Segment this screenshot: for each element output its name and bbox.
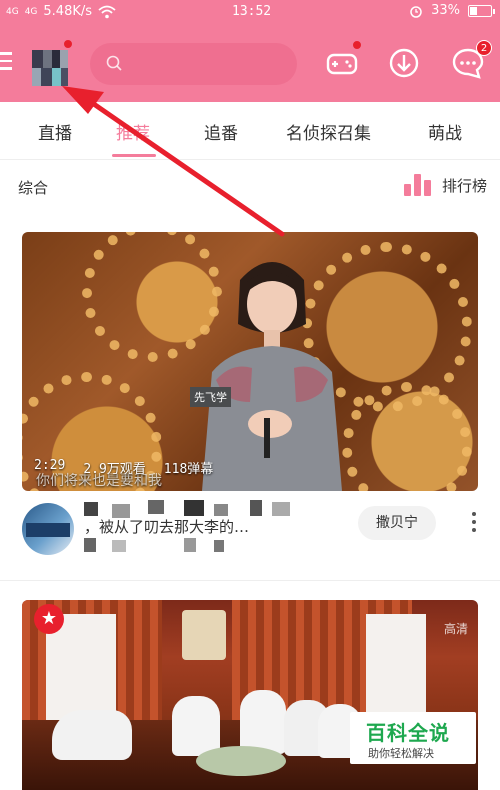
tab-live[interactable]: 直播	[38, 119, 72, 144]
app-header: 2	[0, 26, 500, 102]
avatar-notification-dot	[63, 39, 73, 49]
menu-icon[interactable]	[0, 52, 12, 70]
tab-detective[interactable]: 名侦探召集	[286, 119, 371, 144]
channel-logo-icon: ★	[34, 604, 64, 634]
search-icon	[106, 55, 122, 71]
battery-icon	[468, 4, 495, 17]
tab-bangumi[interactable]: 追番	[204, 119, 238, 144]
ranking-label: 排行榜	[442, 176, 488, 195]
section-title: 综合	[18, 179, 49, 197]
signal-1: 4G	[6, 6, 19, 17]
name-caption: 先飞学	[190, 387, 231, 407]
ranking-link[interactable]: 排行榜	[404, 174, 487, 196]
blurred-pixel	[272, 502, 290, 516]
status-bar: 4G 4G 5.48K/s 13:52 33%	[0, 0, 500, 26]
ranking-icon	[404, 174, 434, 196]
blurred-pixel	[250, 500, 262, 516]
message-badge: 2	[476, 40, 492, 56]
user-avatar[interactable]	[32, 50, 68, 86]
network-speed: 5.48K/s	[43, 4, 93, 19]
more-options-icon[interactable]	[470, 512, 478, 534]
uploader-avatar[interactable]	[22, 503, 74, 555]
wifi-icon	[98, 5, 116, 18]
video-stats: 2:29 2.9万观看 118弹幕	[34, 458, 213, 477]
tab-moe-battle[interactable]: 萌战	[428, 119, 462, 144]
blurred-pixel	[214, 540, 224, 552]
blurred-pixel	[214, 504, 228, 516]
blurred-pixel	[112, 540, 126, 552]
video-title[interactable]: ，被从了叨去那大李的…	[84, 516, 249, 537]
watermark: 百科全说 助你轻松解决	[350, 712, 476, 764]
hd-tag: 高清	[444, 622, 469, 636]
blurred-pixel	[148, 500, 164, 514]
video-views: 2.9万观看	[83, 462, 146, 477]
blurred-pixel	[184, 538, 196, 552]
battery-percent: 33%	[431, 3, 460, 18]
clock: 13:52	[232, 4, 272, 19]
card-divider	[0, 580, 500, 581]
signal-2: 4G	[24, 6, 38, 17]
search-input[interactable]	[90, 43, 297, 85]
category-tabs: 直播 推荐 追番 名侦探召集 萌战	[0, 102, 500, 160]
video-thumbnail[interactable]: 先飞学	[22, 232, 478, 491]
download-icon[interactable]	[384, 43, 424, 83]
game-notification-dot	[352, 40, 362, 50]
watermark-title: 百科全说	[366, 721, 450, 745]
active-tab-indicator	[112, 154, 156, 157]
blurred-pixel	[184, 500, 204, 516]
blurred-pixel	[84, 538, 96, 552]
blurred-pixel	[84, 502, 98, 516]
tab-recommend[interactable]: 推荐	[116, 119, 150, 144]
alarm-icon	[410, 5, 422, 18]
video-duration: 2:29	[34, 458, 66, 473]
follow-button[interactable]: 撒贝宁	[358, 506, 436, 540]
watermark-subtitle: 助你轻松解决	[368, 747, 434, 760]
video-danmaku: 118弹幕	[163, 462, 214, 477]
presenter-figure	[202, 262, 342, 491]
